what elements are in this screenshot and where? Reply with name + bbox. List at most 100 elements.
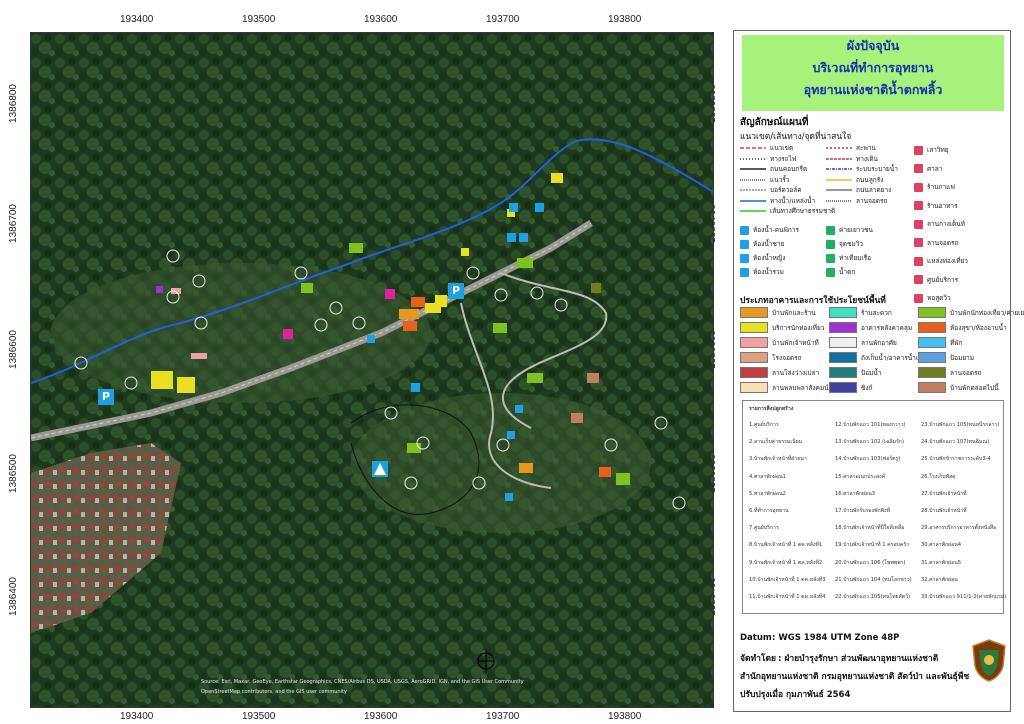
ref-list-item: 9.บ้านพักเจ้าหน้าที่ 1 ตค.หลังที2 bbox=[749, 559, 823, 566]
ref-list-item: 5.ศาลาพักผ่อน2 bbox=[749, 490, 786, 497]
legend-poi-label: ท่าเทียบเรือ bbox=[839, 254, 871, 262]
legend-line-label: ถนนลาดยาง bbox=[856, 186, 892, 194]
legend-line-item: ทางน้ำ/แหล่งน้ำ bbox=[740, 196, 815, 206]
ref-list-item: 20.บ้านพักแถว 106 (โพพพพา) bbox=[835, 559, 906, 566]
legend-building-item: ที่พัก bbox=[918, 337, 963, 348]
legend-building-label: บ้านพักตลอดไปนี้ bbox=[950, 383, 999, 392]
legend-poi-label: ห้องน้ำชาย bbox=[753, 240, 785, 248]
x-tick-label: 193700 bbox=[486, 14, 520, 25]
ref-list-item: 2.ลานเก็บค่าธรรมเนียม bbox=[749, 439, 803, 446]
ref-list-item: 32.ศาลาพักผ่อน bbox=[921, 576, 958, 583]
building-swatch bbox=[740, 322, 768, 333]
ref-list-item: 14.บ้านพักแถว 103(ฟอร์ตรู) bbox=[835, 456, 901, 463]
legend-poi-label: ห้องน้ำรวม bbox=[753, 268, 784, 276]
legend-line-item: ทางเดิน bbox=[826, 154, 878, 164]
legend-poi-item: ห้องน้ำ-คนพิการ bbox=[740, 225, 799, 235]
legend-poi-item: น้ำตก bbox=[826, 267, 855, 277]
legend-line-item: ระบบระบายน้ำ bbox=[826, 164, 898, 174]
ref-list-item: 1.ศูนย์บริการ bbox=[749, 422, 779, 428]
legend-poi-label: เสาวิทยุ bbox=[927, 146, 949, 154]
ref-list-item: 17.บ้านพักรับรองพักพิงที่ bbox=[835, 508, 891, 514]
legend-poi-label: ลานกางเต็นท์ bbox=[927, 220, 966, 228]
poi-icon bbox=[826, 267, 835, 277]
legend-building-label: ซิงก์ bbox=[861, 383, 873, 392]
building-swatch bbox=[740, 337, 768, 348]
legend-poi-label: ลานจอดรถ bbox=[927, 238, 959, 247]
poi-icon bbox=[914, 238, 923, 247]
legend-line-item: เส้นทางศึกษาธรรมชาติ bbox=[740, 206, 835, 216]
ref-list-item: 15.ศาลาอเนกประสงค์ bbox=[835, 473, 886, 480]
legend-line-label: ถนนคอนกรีต bbox=[770, 165, 808, 173]
legend-building-label: บริการนักท่องเที่ยว bbox=[772, 323, 825, 332]
ref-list-item: 4.ศาลาพักผ่อน1 bbox=[749, 473, 786, 480]
legend-line-label: ทางรถไฟ bbox=[770, 154, 797, 163]
legend-line-label: ทางเดิน bbox=[856, 154, 878, 163]
map-attribution-osm: OpenStreetMap contributors, and the GIS … bbox=[201, 689, 347, 695]
legend-building-item: ป้อมน้ำ bbox=[829, 367, 881, 378]
organization: สำนักอุทยานแห่งชาติ กรมอุทยานแห่งชาติ สั… bbox=[740, 672, 970, 682]
datum-value: : WGS 1984 UTM Zone 48P bbox=[772, 633, 900, 643]
poi-icon bbox=[740, 225, 749, 235]
building-swatch bbox=[740, 352, 768, 363]
line-symbol bbox=[740, 147, 766, 149]
legend-poi-item: ร้านกาแฟ bbox=[914, 182, 955, 192]
poi-icon bbox=[914, 182, 923, 192]
legend-poi-item: ห้องน้ำชาย bbox=[740, 239, 784, 249]
line-symbol bbox=[826, 189, 852, 191]
legend-poi-item: จุดชมวิว bbox=[826, 239, 863, 249]
legend-building-label: ที่พัก bbox=[950, 338, 963, 347]
building-swatch bbox=[918, 337, 946, 348]
legend-building-item: บ้านพักเจ้าหน้าที่ bbox=[740, 337, 819, 348]
legend-poi-item: ค่ายเยาวชน bbox=[826, 225, 873, 235]
poi-icon bbox=[914, 164, 923, 173]
legend-poi-label: ศูนย์บริการ bbox=[927, 275, 959, 284]
y-tick-label: 1386500 bbox=[7, 454, 19, 493]
poi-icon bbox=[914, 201, 923, 210]
satellite-map[interactable]: P P Source: Esri, Maxar, GeoEye, Earthst… bbox=[30, 32, 714, 708]
legend-poi-label: ร้านกาแฟ bbox=[927, 183, 955, 191]
ref-list-item: 33.บ้านพักแถว 911/1-2(ค่ายพักแรม) bbox=[921, 594, 1007, 600]
ref-list-item: 6.ที่ทำการอุทยาน bbox=[749, 508, 789, 514]
legend-title: สัญลักษณ์แผนที่ bbox=[740, 117, 809, 128]
ref-list-item: 25.บ้านพักข้าราชการระดับ3-4 bbox=[921, 456, 991, 463]
building-swatch bbox=[829, 322, 857, 333]
building-types-title: ประเภทอาคารและการใช้ประโยชน์พื้นที่ bbox=[740, 296, 886, 306]
poi-icon bbox=[914, 256, 923, 266]
ref-list-item: 16.ศาลาพักผ่อน3 bbox=[835, 490, 876, 497]
legend-building-label: ป้อมยาม bbox=[950, 353, 975, 362]
legend-building-label: ถังเก็บน้ำ/อาคารน้ำเย็น bbox=[861, 353, 927, 362]
legend-building-item: บ้านพักและร้าน bbox=[740, 307, 816, 318]
legend-line-item: บอร์ดวอล์ค bbox=[740, 185, 802, 195]
poi-icon bbox=[914, 293, 923, 303]
poi-icon bbox=[740, 239, 749, 249]
x-tick-label: 193500 bbox=[242, 711, 276, 722]
building-swatch bbox=[918, 307, 946, 318]
x-tick-label: 193800 bbox=[608, 711, 642, 722]
poi-icon bbox=[740, 253, 749, 263]
map-canvas bbox=[31, 33, 713, 707]
legend-building-label: ป้อมน้ำ bbox=[861, 368, 882, 377]
legend-poi-item: แหล่งท่องเที่ยว bbox=[914, 256, 968, 266]
building-reference-list: รายการสิ่งปลูกสร้าง 1.ศูนย์บริการ 2.ลานเก… bbox=[742, 400, 1007, 614]
legend-building-item: ซิงก์ bbox=[829, 382, 873, 393]
line-symbol bbox=[826, 157, 852, 160]
line-symbol bbox=[740, 157, 766, 160]
legend-line-item: ทางรถไฟ bbox=[740, 154, 796, 164]
legend-poi-item: เสาวิทยุ bbox=[914, 145, 949, 155]
line-symbol bbox=[826, 147, 852, 149]
legend-line-item: ลานจอดรถ bbox=[826, 196, 887, 206]
legend-building-item: ลานโล่งว่างเปล่า bbox=[740, 367, 819, 378]
ref-list-item: 30.ศาลาพักผ่อน4 bbox=[921, 542, 962, 549]
parking-label-left: P bbox=[102, 390, 111, 403]
poi-icon bbox=[826, 239, 835, 249]
ref-list-item: 22.บ้านพักแถว 105(ทนไทยสัตว์) bbox=[835, 594, 911, 600]
ref-list-item: 10.บ้านพักเจ้าหน้าที่ 1 ตค.หลังที3 bbox=[749, 576, 826, 583]
poi-icon bbox=[826, 253, 835, 263]
ref-list-item: 11.บ้านพักเจ้าหน้าที่ 1 ตค.หลังที4 bbox=[749, 594, 826, 600]
ref-list-item: 18.บ้านพักเจ้าหน้าที่ปีใจดีเหลือ bbox=[835, 525, 905, 532]
legend-building-label: บ้านพักนักท่องเที่ยว/ค่ายเยาวชน bbox=[950, 308, 1024, 317]
legend-panel: ผังปัจจุบัน บริเวณที่ทำการอุทยาน อุทยานแ… bbox=[733, 30, 1024, 712]
parking-label-center: P bbox=[452, 284, 461, 297]
legend-line-item: ถนนคอนกรีต bbox=[740, 164, 807, 174]
legend-building-label: ลานโล่งว่างเปล่า bbox=[772, 368, 820, 377]
